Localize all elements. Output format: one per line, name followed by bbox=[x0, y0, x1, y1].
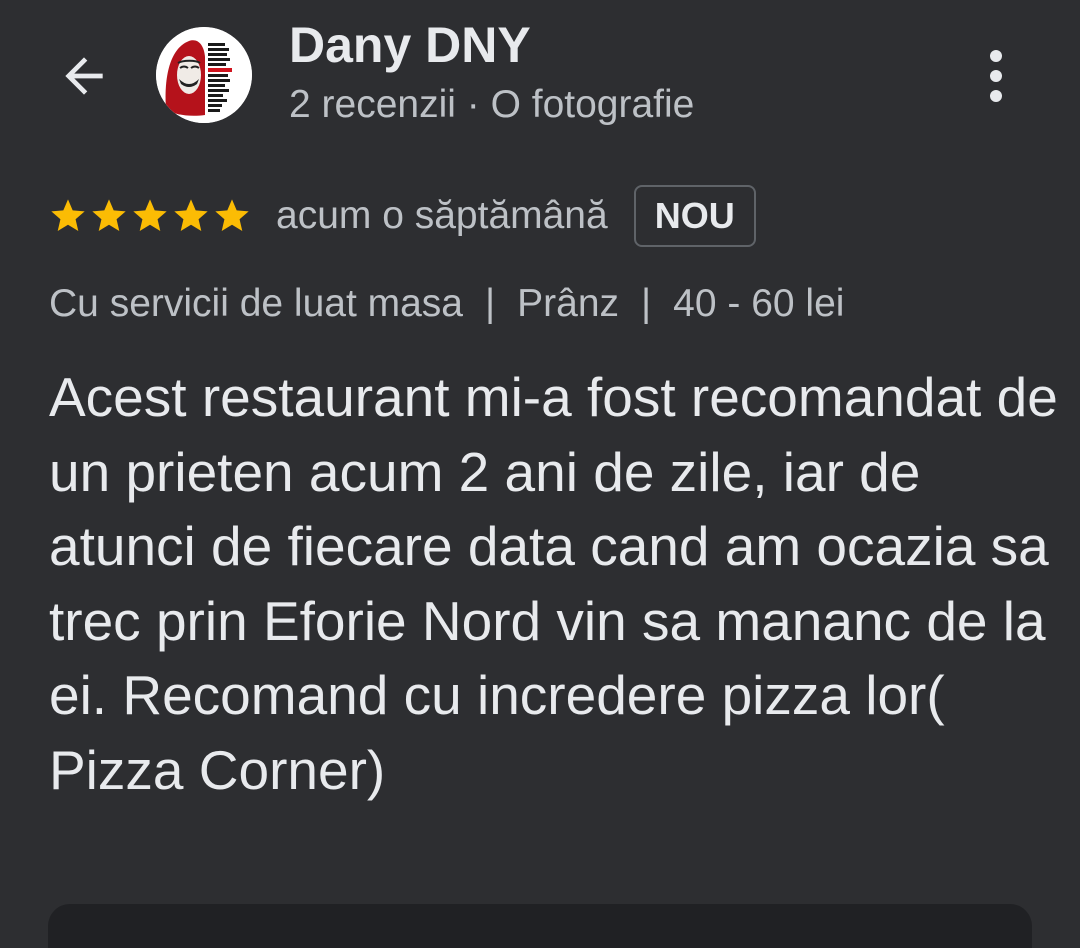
arrow-left-icon bbox=[65, 57, 103, 95]
visit-details: Cu servicii de luat masa | Prânz | 40 - … bbox=[49, 277, 844, 331]
review-photo[interactable] bbox=[48, 904, 1032, 948]
service-type: Cu servicii de luat masa bbox=[49, 282, 463, 325]
rating-row: acum o săptămână NOU bbox=[48, 184, 756, 248]
review-screen: Dany DNY 2 recenzii · O fotografie acum … bbox=[0, 0, 1080, 948]
more-vertical-icon bbox=[990, 50, 1002, 102]
star-filled-icon bbox=[133, 199, 167, 231]
details-separator: | bbox=[485, 282, 496, 325]
reviewer-stats: 2 recenzii · O fotografie bbox=[289, 83, 695, 126]
details-separator: | bbox=[641, 282, 652, 325]
back-button[interactable] bbox=[52, 44, 116, 108]
review-text: Acest restaurant mi-a fost recomandat de… bbox=[49, 366, 1058, 801]
price-range: 40 - 60 lei bbox=[673, 282, 845, 325]
reviewer-avatar[interactable] bbox=[156, 27, 252, 123]
star-rating bbox=[48, 196, 252, 236]
review-time: acum o săptămână bbox=[276, 194, 608, 237]
meal-type: Prânz bbox=[517, 282, 620, 325]
star-filled-icon bbox=[92, 199, 126, 231]
star-filled-icon bbox=[174, 199, 208, 231]
star-filled-icon bbox=[51, 199, 85, 231]
new-badge: NOU bbox=[633, 185, 756, 247]
star-filled-icon bbox=[215, 199, 249, 231]
profile-avatar-icon bbox=[156, 27, 252, 123]
reviewer-name[interactable]: Dany DNY bbox=[289, 14, 531, 76]
more-options-button[interactable] bbox=[966, 44, 1026, 108]
